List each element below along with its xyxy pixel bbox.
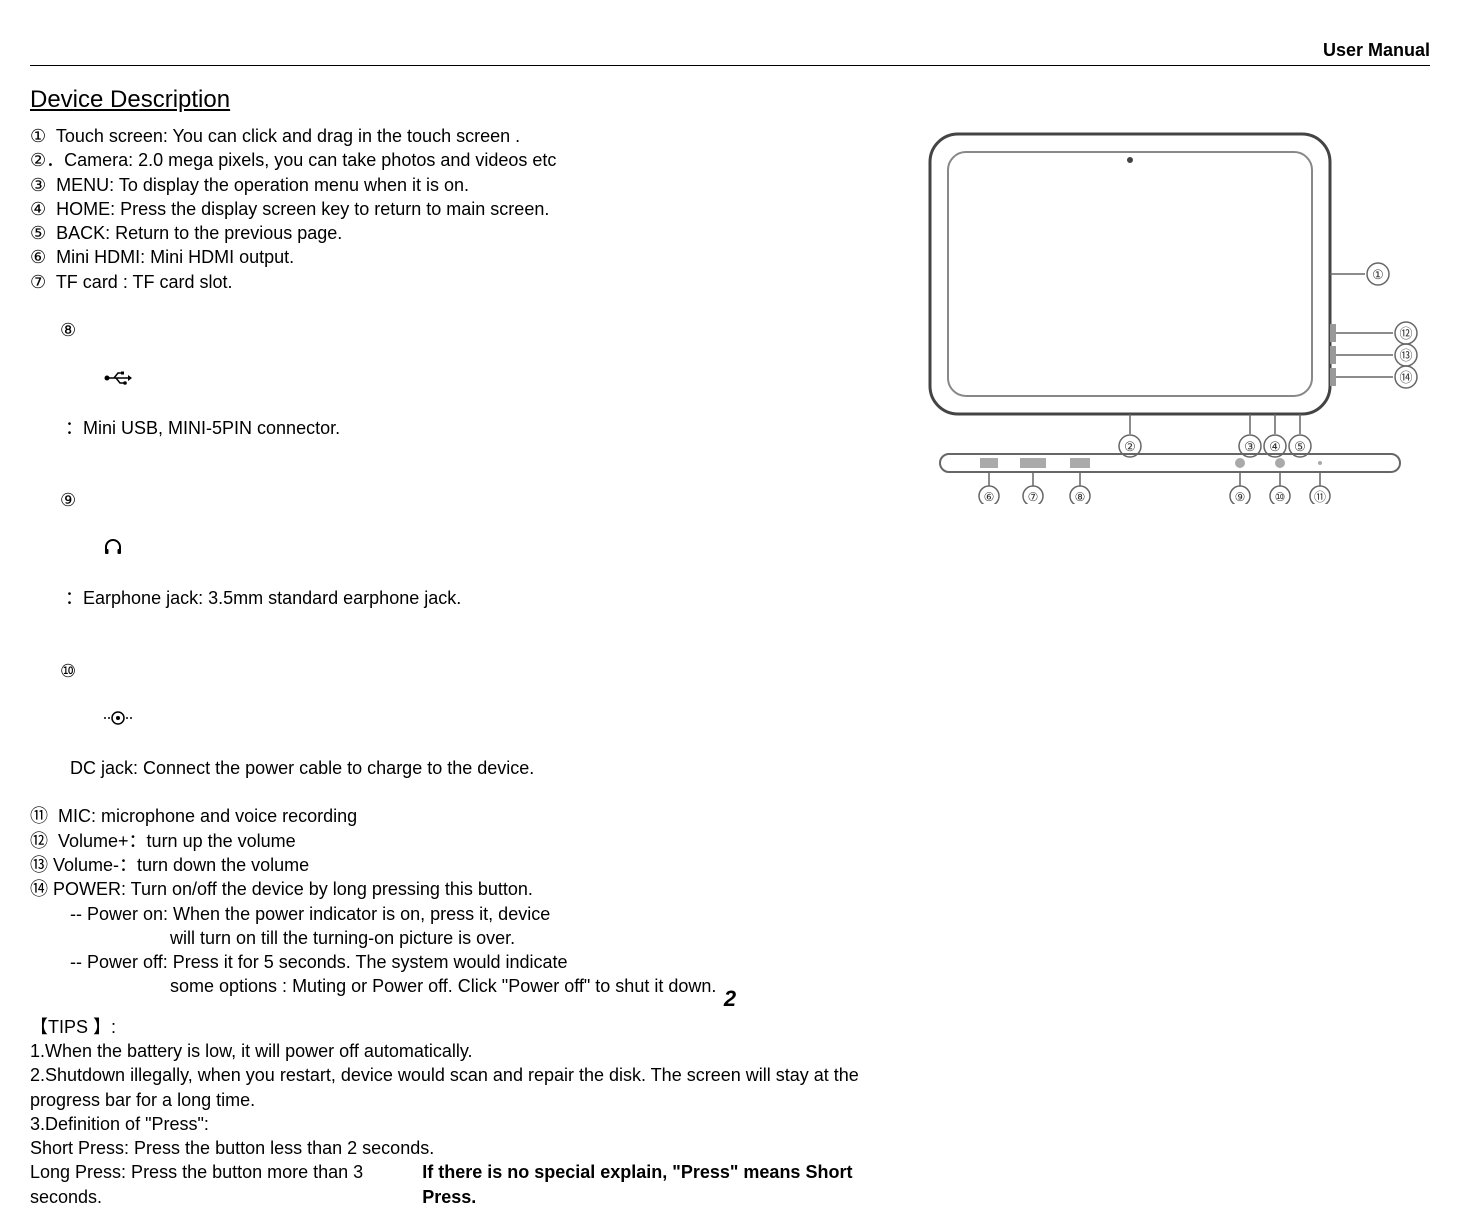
tips-title: 【TIPS 】: <box>30 1015 890 1039</box>
item-home: ④ HOME: Press the display screen key to … <box>30 197 890 221</box>
item-menu: ③ MENU: To display the operation menu wh… <box>30 173 890 197</box>
tips-short: Short Press: Press the button less than … <box>30 1136 890 1160</box>
item-mic: ⑪ MIC: microphone and voice recording <box>30 804 890 828</box>
section-title: Device Description <box>30 86 1430 114</box>
tips-long: Long Press: Press the button more than 3… <box>30 1160 422 1209</box>
item-hdmi: ⑥ Mini HDMI: Mini HDMI output. <box>30 245 890 269</box>
callout-2: ② <box>1124 439 1136 454</box>
item-usb: ⑧ ：Mini USB, MINI-5PIN connector. <box>30 294 890 464</box>
callout-6: ⑥ <box>984 490 995 504</box>
tips-3: 3.Definition of "Press": <box>30 1112 890 1136</box>
item-dc-text: DC jack: Connect the power cable to char… <box>60 758 534 778</box>
item-ear-text: ：Earphone jack: 3.5mm standard earphone … <box>60 588 461 608</box>
device-diagram: ① ⑫ ⑬ ⑭ ② ③ ④ ⑤ <box>890 124 1430 509</box>
dc-jack-icon <box>64 683 132 756</box>
item-power-off-2: some options : Muting or Power off. Clic… <box>30 974 890 998</box>
tips-2: 2.Shutdown illegally, when you restart, … <box>30 1063 890 1112</box>
callout-3: ③ <box>1244 439 1256 454</box>
page-number: 2 <box>724 986 736 1012</box>
item-tf: ⑦ TF card : TF card slot. <box>30 270 890 294</box>
callout-8: ⑧ <box>1075 490 1086 504</box>
item-dc-prefix: ⑩ <box>60 661 86 681</box>
item-ear-prefix: ⑨ <box>60 490 91 510</box>
item-dc: ⑩ DC jack: Connect the power cable to ch… <box>30 634 890 804</box>
item-earphone: ⑨ ：Earphone jack: 3.5mm standard earphon… <box>30 464 890 634</box>
item-touch: ① Touch screen: You can click and drag i… <box>30 124 890 148</box>
callout-7: ⑦ <box>1028 490 1039 504</box>
callout-13: ⑬ <box>1399 348 1412 363</box>
callout-4: ④ <box>1269 439 1281 454</box>
item-volup: ⑫ Volume+：turn up the volume <box>30 829 890 853</box>
callout-1: ① <box>1372 267 1384 282</box>
header-label: User Manual <box>30 40 1430 66</box>
item-power-on-1: -- Power on: When the power indicator is… <box>30 902 890 926</box>
item-power: ⑭ POWER: Turn on/off the device by long … <box>30 877 890 901</box>
callout-5: ⑤ <box>1294 439 1306 454</box>
description-text: ① Touch screen: You can click and drag i… <box>30 124 890 1209</box>
tips-1: 1.When the battery is low, it will power… <box>30 1039 890 1063</box>
item-power-on-2: will turn on till the turning-on picture… <box>30 926 890 950</box>
callout-11: ⑪ <box>1314 490 1326 504</box>
callout-9: ⑨ <box>1235 490 1246 504</box>
item-power-off-1: -- Power off: Press it for 5 seconds. Th… <box>30 950 890 974</box>
item-camera: ②．Camera: 2.0 mega pixels, you can take … <box>30 148 890 172</box>
item-usb-prefix: ⑧ <box>60 320 81 340</box>
item-usb-text: ：Mini USB, MINI-5PIN connector. <box>60 418 340 438</box>
item-voldown: ⑬ Volume-：turn down the volume <box>30 853 890 877</box>
callout-12: ⑫ <box>1399 326 1412 341</box>
item-back: ⑤ BACK: Return to the previous page. <box>30 221 890 245</box>
tips-note: If there is no special explain, "Press" … <box>422 1160 890 1209</box>
callout-14: ⑭ <box>1399 370 1412 385</box>
headphone-icon <box>64 513 122 586</box>
callout-10: ⑩ <box>1275 490 1286 504</box>
usb-icon <box>64 343 132 416</box>
